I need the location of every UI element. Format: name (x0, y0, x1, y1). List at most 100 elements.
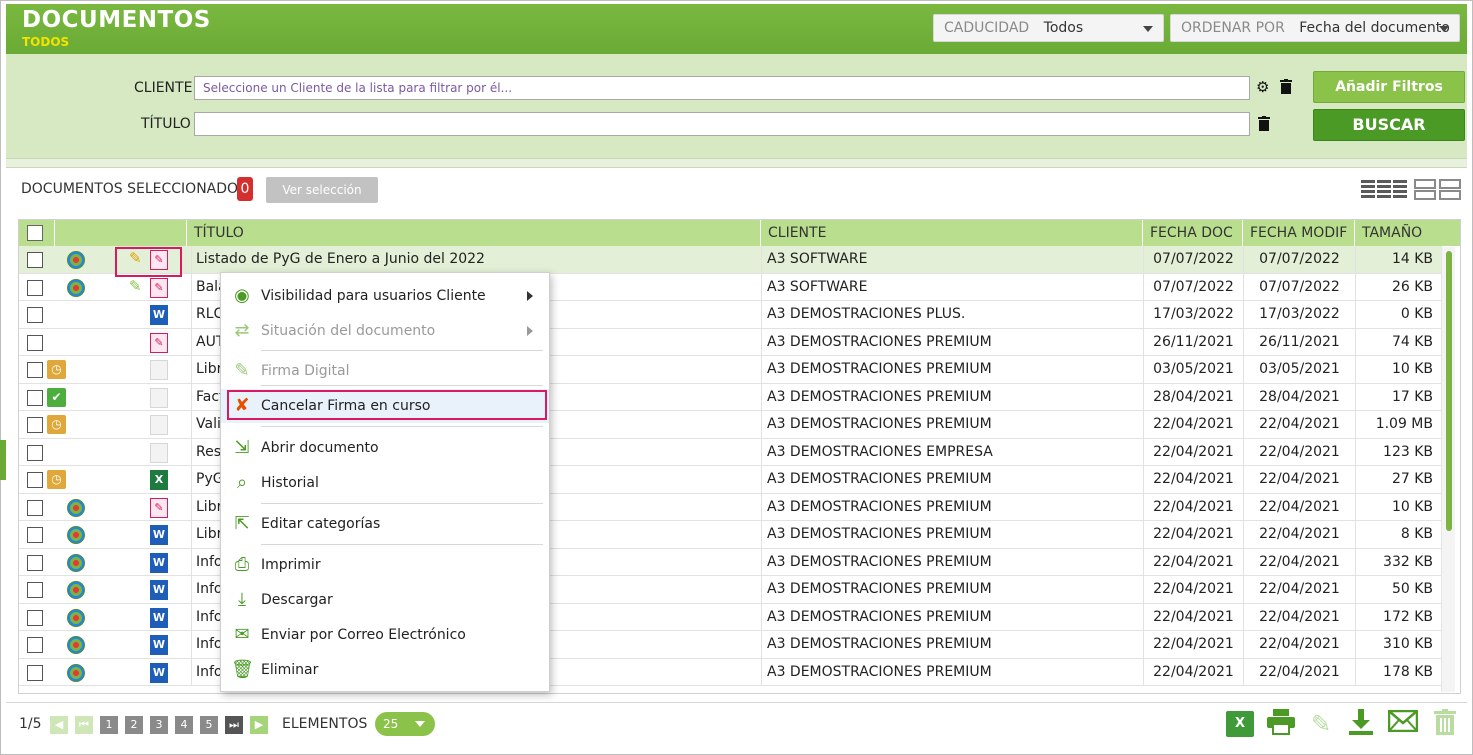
caducidad-select[interactable]: CADUCIDAD Todos (933, 14, 1164, 42)
row-checkbox[interactable] (27, 307, 43, 323)
trash-icon[interactable] (1258, 116, 1270, 135)
menu-item-trash[interactable]: 🗑 Eliminar (221, 653, 549, 687)
download-icon[interactable] (1346, 709, 1376, 739)
row-checkbox[interactable] (27, 609, 43, 626)
menu-item-label: Eliminar (261, 662, 319, 678)
filter-panel: CLIENTE Seleccione un Cliente de la list… (6, 54, 1467, 171)
ordenar-value: Fecha del documento (1299, 20, 1450, 36)
titulo-label: TÍTULO (141, 116, 191, 132)
row-checkbox[interactable] (27, 664, 43, 681)
column-header-fecha-modif[interactable]: FECHA MODIF (1243, 220, 1355, 246)
first-page-button[interactable]: ⏮ (75, 716, 93, 734)
menu-item-download[interactable]: ⤓ Descargar (221, 583, 549, 617)
cell-client: A3 DEMOSTRACIONES PREMIUM (761, 658, 1143, 686)
menu-item-open-document[interactable]: ⇲ Abrir documento (221, 431, 549, 465)
menu-item-eye[interactable]: ◉ Visibilidad para usuarios Cliente (221, 279, 549, 313)
select-all-cell (19, 220, 55, 246)
email-icon[interactable] (1387, 709, 1419, 739)
menu-item-highlight (227, 390, 547, 420)
row-checkbox[interactable] (27, 334, 43, 351)
last-page-button[interactable]: ⏭ (225, 716, 243, 734)
row-checkbox[interactable] (27, 582, 43, 598)
trash-icon[interactable] (1280, 79, 1292, 98)
page-indicator: 1/5 (19, 716, 42, 732)
cell-fecha-modif: 17/03/2022 (1243, 301, 1355, 328)
column-header-title[interactable]: TÍTULO (187, 220, 761, 246)
row-checkbox[interactable] (27, 527, 43, 543)
menu-item-edit-categories[interactable]: ⇱ Editar categorías (221, 507, 549, 541)
clock-icon: ◷ (47, 360, 66, 379)
row-checkbox[interactable] (27, 389, 43, 406)
add-filters-button[interactable]: Añadir Filtros (1313, 71, 1465, 103)
view-selection-button[interactable]: Ver selección (266, 177, 378, 203)
menu-item-label: Firma Digital (261, 363, 350, 379)
cell-fecha-doc: 22/04/2021 (1143, 521, 1243, 548)
signature-icon[interactable]: ✎ (129, 277, 142, 295)
menu-item-signature[interactable]: ✎ Firma Digital (221, 354, 549, 388)
select-all-checkbox[interactable] (27, 225, 43, 241)
page-button-2[interactable]: 2 (125, 716, 143, 734)
cell-fecha-doc: 22/04/2021 (1143, 438, 1243, 466)
history-icon: ⌕ (236, 472, 248, 493)
page-button-1[interactable]: 1 (100, 716, 118, 734)
cell-client: A3 DEMOSTRACIONES PREMIUM (761, 631, 1143, 658)
menu-item-printer[interactable]: ⎙ Imprimir (221, 548, 549, 582)
scrollbar-thumb[interactable] (1446, 251, 1452, 531)
row-checkbox[interactable] (27, 417, 43, 433)
next-page-button[interactable]: ▶ (250, 716, 268, 734)
search-button[interactable]: BUSCAR (1313, 109, 1465, 141)
chevron-right-icon (527, 326, 533, 336)
row-checkbox[interactable] (27, 252, 43, 268)
row-checkbox[interactable] (27, 554, 43, 571)
column-header-fecha-doc[interactable]: FECHA DOC (1143, 220, 1243, 246)
row-checkbox[interactable] (27, 362, 43, 378)
menu-item-workflow[interactable]: ⇄ Situación del documento (221, 314, 549, 348)
cell-fecha-doc: 03/05/2021 (1143, 356, 1243, 383)
page-subtitle: TODOS (22, 35, 70, 49)
cell-size: 17 KB (1355, 383, 1439, 411)
menu-separator (261, 350, 543, 351)
per-page-select[interactable]: 25 (375, 712, 435, 736)
word-file-icon: W (150, 607, 168, 628)
cell-fecha-modif: 03/05/2021 (1243, 356, 1355, 383)
printer-icon[interactable] (1266, 709, 1296, 739)
cliente-input[interactable]: Seleccione un Cliente de la lista para f… (194, 76, 1250, 100)
menu-item-history[interactable]: ⌕ Historial (221, 466, 549, 500)
globe-icon (67, 608, 85, 627)
cell-client: A3 DEMOSTRACIONES PLUS. (761, 301, 1143, 328)
row-checkbox[interactable] (27, 472, 43, 488)
list-view-icon[interactable] (1361, 179, 1407, 201)
row-checkbox[interactable] (27, 279, 43, 296)
row-checkbox[interactable] (27, 444, 43, 461)
menu-item-email[interactable]: ✉ Enviar por Correo Electrónico (221, 618, 549, 652)
pdf-file-icon: ✎ (150, 332, 168, 353)
per-page-value: 25 (383, 717, 399, 731)
cell-client: A3 DEMOSTRACIONES PREMIUM (761, 411, 1143, 438)
gear-icon[interactable]: ⚙ (1256, 78, 1269, 96)
export-excel-icon[interactable]: X (1226, 711, 1254, 737)
row-checkbox[interactable] (27, 499, 43, 516)
row-checkbox[interactable] (27, 637, 43, 653)
detail-view-icon[interactable] (1414, 179, 1461, 201)
ordenar-label: ORDENAR POR (1181, 20, 1285, 36)
cell-client: A3 DEMOSTRACIONES PREMIUM (761, 521, 1143, 548)
page-button-4[interactable]: 4 (175, 716, 193, 734)
table-scrollbar[interactable] (1441, 247, 1455, 692)
cell-size: 26 KB (1355, 273, 1439, 301)
page-button-3[interactable]: 3 (150, 716, 168, 734)
edit-icon[interactable]: ✎ (1306, 709, 1336, 739)
titulo-input[interactable] (194, 112, 1250, 136)
side-panel-grip[interactable] (0, 440, 6, 480)
cell-size: 172 KB (1355, 603, 1439, 631)
column-header-client[interactable]: CLIENTE (761, 220, 1143, 246)
table-row[interactable]: ✎ ✎ Listado de PyG de Enero a Junio del 20… (19, 246, 1442, 274)
trash-icon[interactable] (1430, 709, 1460, 739)
cell-size: 10 KB (1355, 493, 1439, 521)
column-header-size[interactable]: TAMAÑO (1355, 220, 1460, 246)
previous-page-button[interactable]: ◀ (50, 716, 68, 734)
word-file-icon: W (150, 662, 168, 683)
cell-size: 123 KB (1355, 438, 1439, 466)
page-button-5[interactable]: 5 (200, 716, 218, 734)
menu-separator (261, 503, 543, 504)
ordenar-select[interactable]: ORDENAR POR Fecha del documento (1170, 14, 1460, 42)
